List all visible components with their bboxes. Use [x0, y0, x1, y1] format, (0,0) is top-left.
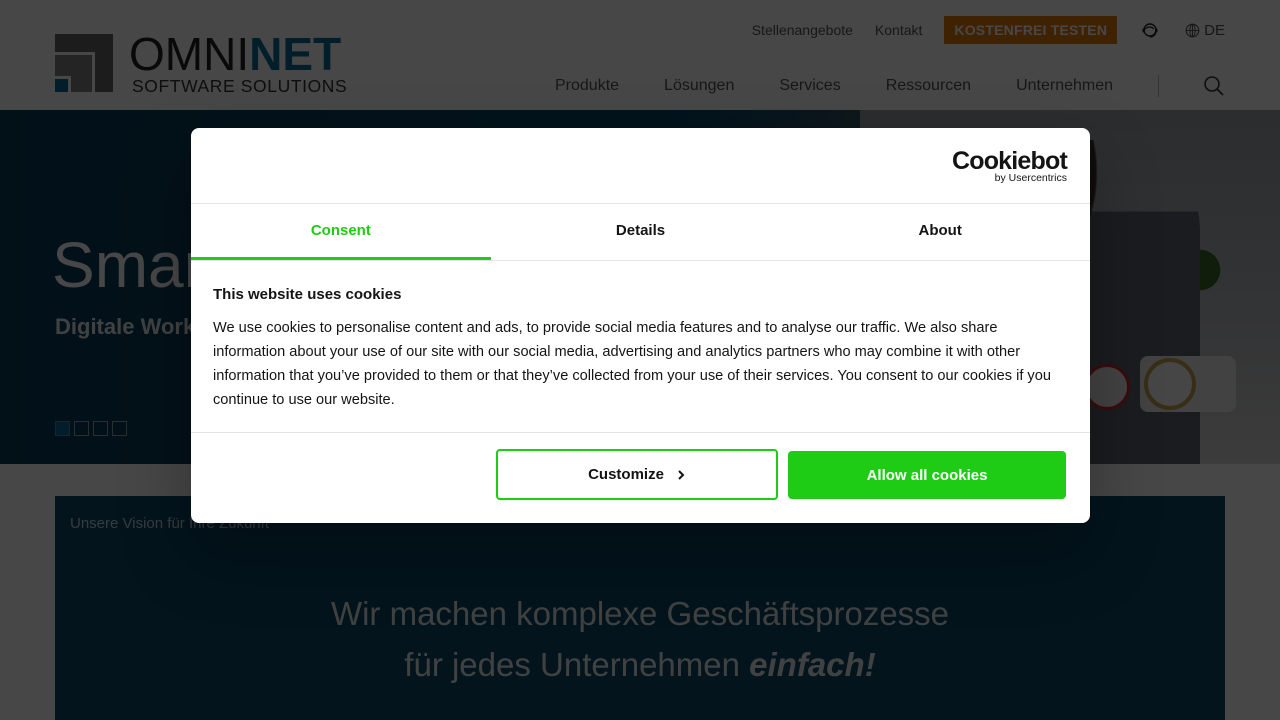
dialog-title: This website uses cookies — [213, 286, 402, 303]
cookiebot-logo: Cookiebot by Usercentrics — [951, 147, 1068, 184]
dialog-footer: Customize Allow all cookies — [191, 433, 1090, 522]
cookie-consent-dialog: Cookiebot by Usercentrics Consent Detail… — [191, 128, 1090, 523]
dialog-tabs: Consent Details About — [191, 204, 1090, 261]
chevron-right-icon — [678, 469, 685, 480]
customize-button[interactable]: Customize — [496, 449, 778, 500]
tab-consent[interactable]: Consent — [191, 204, 491, 260]
customize-label: Customize — [588, 466, 664, 483]
tab-about[interactable]: About — [790, 204, 1090, 260]
dialog-header: Cookiebot by Usercentrics — [191, 128, 1090, 204]
dialog-body: This website uses cookies We use cookies… — [191, 261, 1090, 433]
allow-all-cookies-button[interactable]: Allow all cookies — [788, 451, 1066, 499]
tab-details[interactable]: Details — [491, 204, 791, 260]
dialog-description: We use cookies to personalise content an… — [213, 320, 1051, 408]
